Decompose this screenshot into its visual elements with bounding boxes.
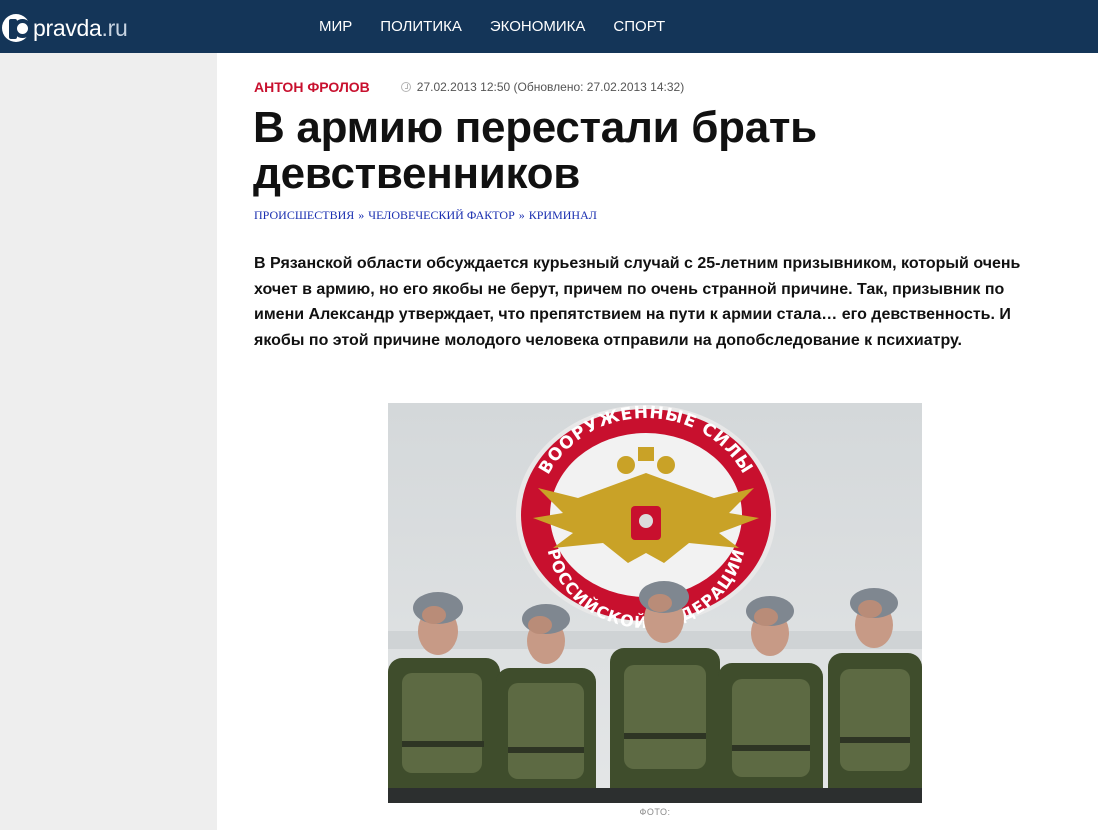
nav-item-economy[interactable]: ЭКОНОМИКА (476, 18, 600, 35)
nav-item-sport[interactable]: СПОРТ (599, 18, 679, 35)
article-title: В армию перестали брать девственников (253, 103, 817, 198)
breadcrumb-human-factor[interactable]: ЧЕЛОВЕЧЕСКИЙ ФАКТОР (368, 208, 514, 222)
breadcrumb: ПРОИСШЕСТВИЯ» ЧЕЛОВЕЧЕСКИЙ ФАКТОР» КРИМИНА… (254, 208, 597, 223)
clock-icon (400, 82, 411, 92)
article-container: АНТОН ФРОЛОВ 27.02.2013 12:50 (Обновлено… (217, 53, 1098, 830)
article-meta: АНТОН ФРОЛОВ 27.02.2013 12:50 (Обновлено… (254, 79, 684, 95)
breadcrumb-crime[interactable]: КРИМИНАЛ (529, 208, 597, 222)
main-nav: МИР ПОЛИТИКА ЭКОНОМИКА СПОРТ (305, 0, 679, 53)
breadcrumb-separator: » (518, 208, 525, 222)
photo-caption: ФОТО: (639, 807, 671, 817)
breadcrumb-incidents[interactable]: ПРОИСШЕСТВИЯ (254, 208, 354, 222)
breadcrumb-separator: » (358, 208, 365, 222)
nav-item-world[interactable]: МИР (305, 18, 366, 35)
author-link[interactable]: АНТОН ФРОЛОВ (254, 79, 370, 95)
logo-mark-icon (2, 14, 32, 42)
nav-item-politics[interactable]: ПОЛИТИКА (366, 18, 476, 35)
site-header: pravda.ru МИР ПОЛИТИКА ЭКОНОМИКА СПОРТ (0, 0, 1098, 53)
publish-date: 27.02.2013 12:50 (Обновлено: 27.02.2013 … (416, 80, 685, 94)
article-lead: В Рязанской области обсуждается курьезны… (254, 255, 1021, 349)
logo-text: pravda.ru (33, 14, 128, 41)
article-photo[interactable]: ВООРУЖЕННЫЕ СИЛЫ РОССИЙСКОЙ ФЕДЕРАЦИИ (388, 403, 922, 803)
site-logo[interactable]: pravda.ru (2, 12, 128, 44)
